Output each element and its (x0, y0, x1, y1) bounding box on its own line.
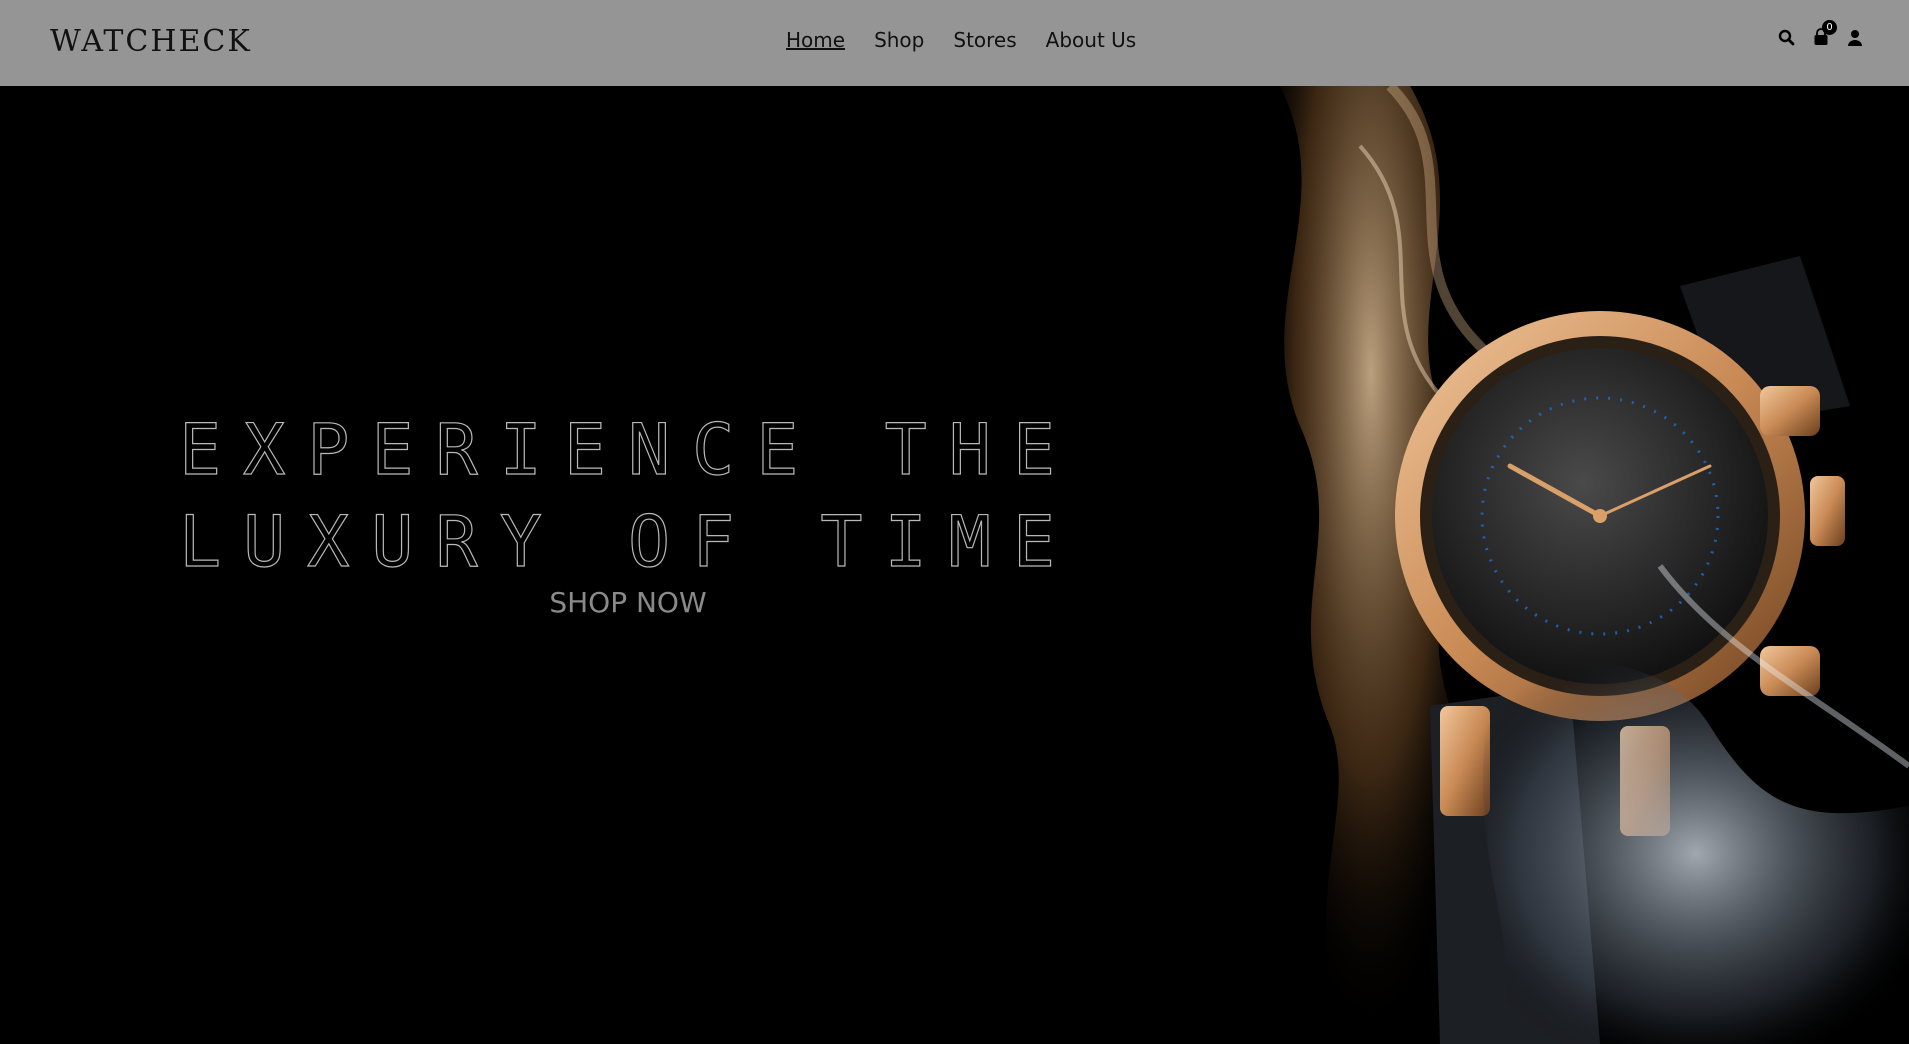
nav-home[interactable]: Home (786, 28, 845, 52)
hero-headline: EXPERIENCE THE LUXURY OF TIME (0, 404, 1256, 588)
nav-about-us[interactable]: About Us (1046, 28, 1137, 52)
cart-count-badge: 0 (1822, 20, 1837, 35)
hero-headline-line1: EXPERIENCE THE (178, 408, 1077, 491)
nav-stores[interactable]: Stores (953, 28, 1016, 52)
header-actions: 0 (1777, 20, 1865, 48)
search-icon[interactable] (1777, 28, 1797, 48)
watch-smoke-illustration (1280, 86, 1909, 1044)
nav-shop[interactable]: Shop (874, 28, 924, 52)
hero-headline-line2: LUXURY OF TIME (178, 500, 1077, 583)
brand-logo[interactable]: WATCHECK (50, 24, 252, 59)
user-icon[interactable] (1845, 28, 1865, 48)
shopping-bag-icon[interactable]: 0 (1811, 20, 1837, 48)
main-nav: Home Shop Stores About Us (786, 28, 1165, 52)
hero-section: EXPERIENCE THE LUXURY OF TIME SHOP NOW (0, 86, 1909, 1044)
shop-now-button[interactable]: SHOP NOW (0, 586, 1256, 619)
hero-watch-image (1240, 86, 1909, 1044)
site-header: WATCHECK Home Shop Stores About Us 0 (0, 0, 1909, 86)
